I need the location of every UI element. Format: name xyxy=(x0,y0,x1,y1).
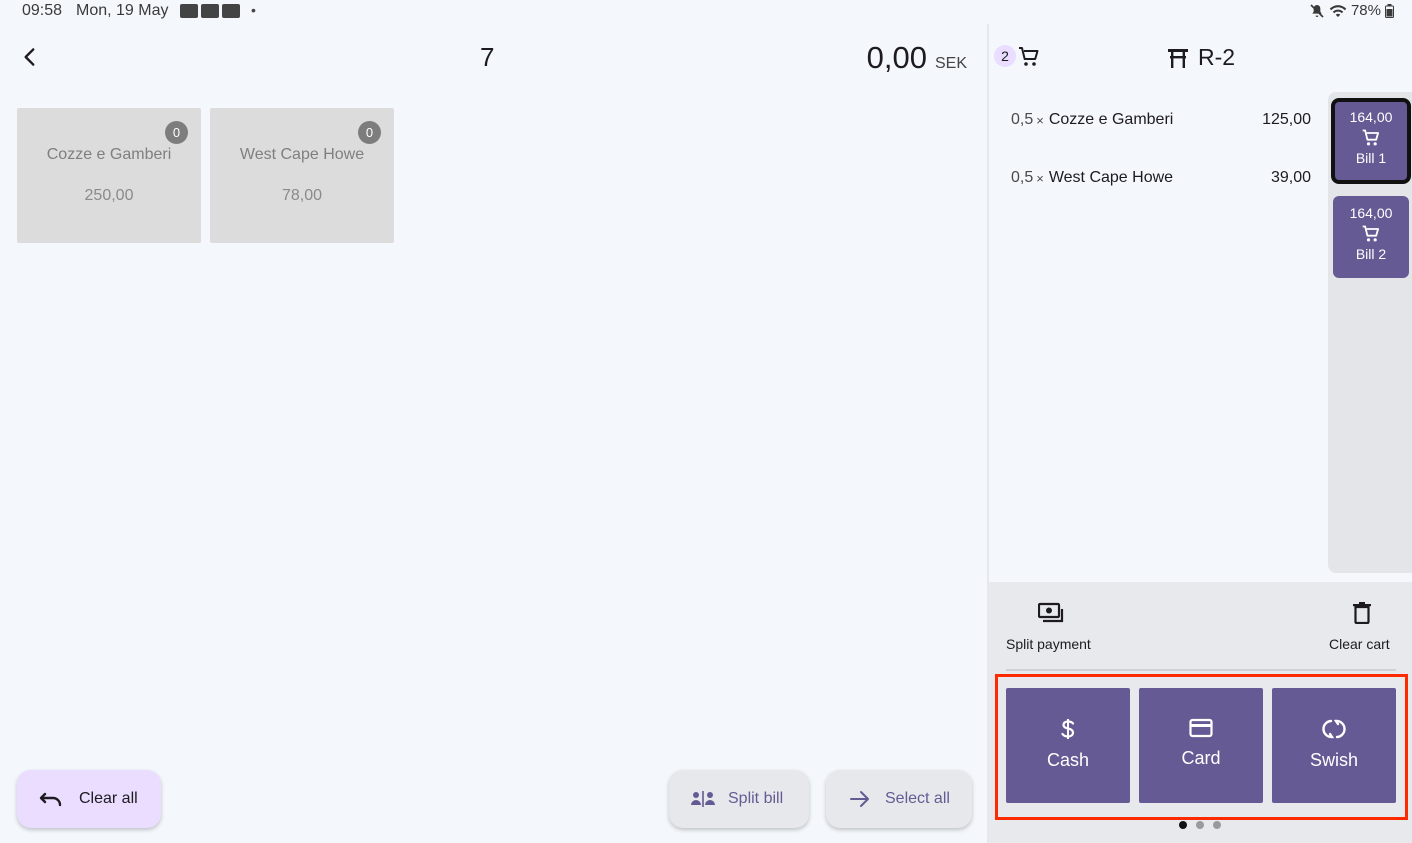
table-label: R-2 xyxy=(1198,44,1236,70)
arrow-right-icon xyxy=(850,791,869,807)
dollar-icon xyxy=(1061,719,1075,739)
clear-all-label: Clear all xyxy=(79,790,138,807)
line-item-price: 125,00 xyxy=(1262,111,1311,128)
cart-line-item[interactable]: 0,5 × Cozze e Gamberi 125,00 xyxy=(1011,111,1311,129)
product-price: 78,00 xyxy=(281,187,323,204)
product-tile[interactable]: 0 Cozze e Gamberi 250,00 xyxy=(17,108,201,243)
product-count-badge: 0 xyxy=(165,121,188,144)
order-number: 7 xyxy=(480,42,495,72)
status-date: Mon, 19 May xyxy=(76,2,169,19)
notification-icons xyxy=(180,4,240,18)
product-tile[interactable]: 0 West Cape Howe 78,00 xyxy=(210,108,394,243)
page-dot[interactable] xyxy=(1213,821,1221,829)
page-dot-active[interactable] xyxy=(1179,821,1187,829)
shopping-cart-icon xyxy=(1019,47,1039,66)
line-item-quantity: 0,5 xyxy=(1011,169,1034,186)
product-count-badge: 0 xyxy=(358,121,381,144)
bill-name: Bill 2 xyxy=(1355,246,1387,262)
bill-1-button[interactable]: 164,00 Bill 1 xyxy=(1331,98,1411,184)
trash-icon xyxy=(1353,602,1371,624)
select-all-label: Select all xyxy=(885,790,950,807)
product-name: Cozze e Gamberi xyxy=(46,146,172,163)
card-label: Card xyxy=(1181,748,1221,768)
split-bill-button[interactable]: Split bill xyxy=(669,770,809,828)
notification-outlook-icon xyxy=(201,4,219,18)
page-indicator[interactable] xyxy=(1179,821,1221,829)
line-item-multiply: × xyxy=(1036,112,1044,128)
line-item-quantity: 0,5 xyxy=(1011,111,1034,128)
line-item-name: West Cape Howe xyxy=(1048,169,1174,186)
line-item-name: Cozze e Gamberi xyxy=(1048,111,1174,128)
split-bill-label: Split bill xyxy=(728,790,784,807)
actions-divider xyxy=(1006,669,1396,671)
cart-count-badge: 2 xyxy=(994,45,1016,67)
card-payment-button[interactable]: Card xyxy=(1139,688,1263,803)
battery-icon xyxy=(1385,3,1394,18)
cart-button[interactable] xyxy=(1016,45,1042,69)
cash-payment-button[interactable]: Cash xyxy=(1006,688,1130,803)
bill-name: Bill 1 xyxy=(1355,150,1387,166)
back-button[interactable] xyxy=(17,44,43,70)
notification-app-icon xyxy=(180,4,198,18)
cash-label: Cash xyxy=(1046,750,1090,770)
battery-percentage: 78% xyxy=(1350,2,1381,19)
clear-all-button[interactable]: Clear all xyxy=(17,770,161,828)
chevron-left-icon xyxy=(24,48,35,66)
shopping-cart-icon xyxy=(1362,129,1379,146)
line-item-price: 39,00 xyxy=(1270,169,1311,186)
page-dot[interactable] xyxy=(1196,821,1204,829)
system-indicators: 78% xyxy=(1309,2,1394,19)
more-notifications-dot: • xyxy=(251,2,256,18)
table-indicator[interactable]: R-2 xyxy=(1166,44,1235,71)
split-payment-label: Split payment xyxy=(1006,636,1091,652)
undo-icon xyxy=(39,792,62,807)
cart-line-item[interactable]: 0,5 × West Cape Howe 39,00 xyxy=(1011,169,1311,187)
split-people-icon xyxy=(691,791,715,807)
table-icon xyxy=(1168,48,1188,68)
total-amount: 0,00 xyxy=(866,40,927,75)
payments-icon xyxy=(1038,602,1064,623)
line-item-multiply: × xyxy=(1036,170,1044,186)
swish-payment-button[interactable]: Swish xyxy=(1272,688,1396,803)
wifi-icon xyxy=(1329,4,1347,17)
select-all-button[interactable]: Select all xyxy=(826,770,972,828)
notification-outlook-icon xyxy=(222,4,240,18)
bill-amount: 164,00 xyxy=(1349,109,1393,125)
mute-icon xyxy=(1310,3,1324,18)
status-time: 09:58 xyxy=(22,2,63,19)
bill-2-button[interactable]: 164,00 Bill 2 xyxy=(1333,196,1409,278)
product-price: 250,00 xyxy=(84,187,134,204)
bill-amount: 164,00 xyxy=(1349,205,1393,221)
total-currency: SEK xyxy=(934,55,967,72)
shopping-cart-icon xyxy=(1362,225,1379,242)
swish-label: Swish xyxy=(1309,750,1358,770)
status-bar: 09:58 Mon, 19 May • 78% xyxy=(0,0,1412,24)
swish-icon xyxy=(1322,719,1346,739)
order-total: 0,00 SEK xyxy=(867,40,967,76)
credit-card-icon xyxy=(1189,718,1213,738)
clear-cart-label: Clear cart xyxy=(1329,636,1390,652)
product-name: West Cape Howe xyxy=(239,146,365,163)
